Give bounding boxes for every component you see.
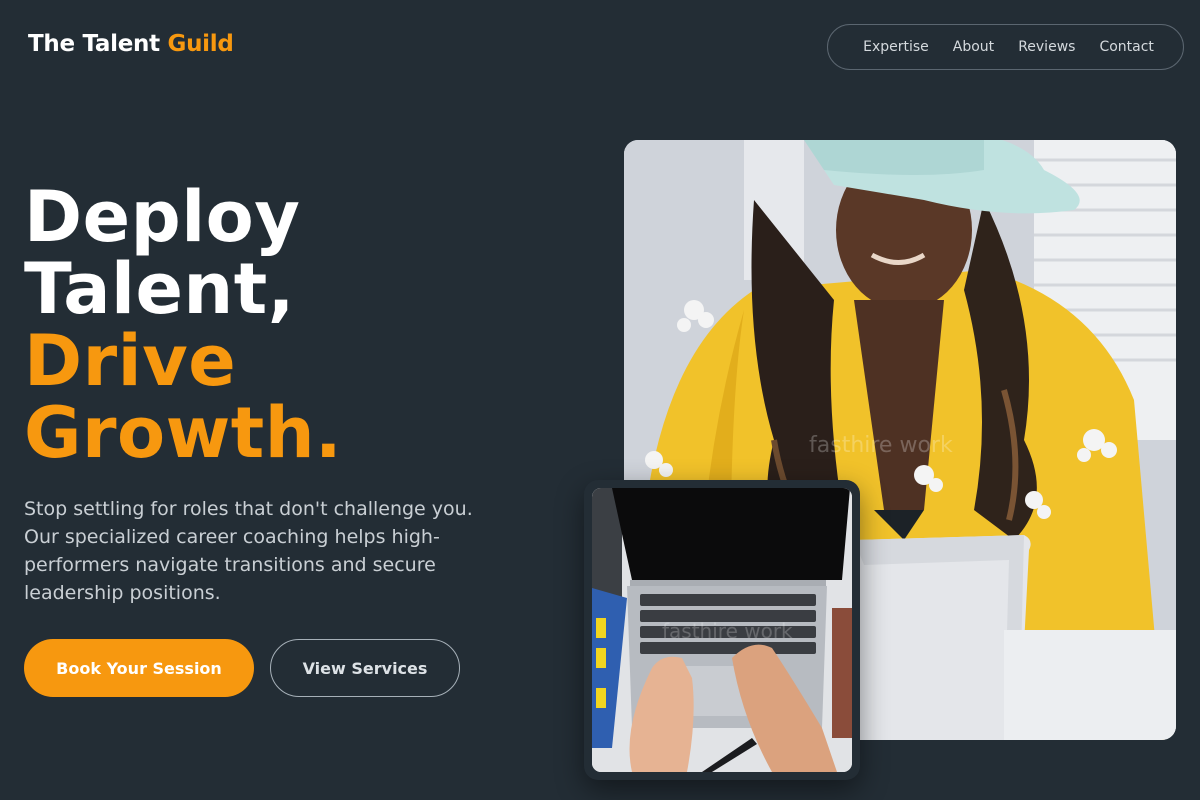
laptop-illustration: fasthire work: [592, 488, 852, 772]
headline-line-4: Growth.: [24, 392, 343, 474]
view-services-button[interactable]: View Services: [270, 639, 460, 697]
nav-item-expertise[interactable]: Expertise: [863, 39, 929, 55]
brand-logo[interactable]: The Talent Guild: [28, 31, 234, 57]
nav-item-contact[interactable]: Contact: [1099, 39, 1153, 55]
headline-line-1: Deploy: [24, 176, 301, 258]
book-session-button[interactable]: Book Your Session: [24, 639, 254, 697]
hero-headline: Deploy Talent, Drive Growth.: [24, 181, 342, 469]
inset-image-watermark: fasthire work: [662, 619, 793, 643]
main-nav: Expertise About Reviews Contact: [827, 24, 1184, 70]
landing-page: The Talent Guild Expertise About Reviews…: [0, 0, 1200, 800]
inset-photo-frame: fasthire work: [584, 480, 860, 780]
headline-line-2: Talent,: [24, 248, 295, 330]
brand-name-primary: The Talent: [28, 31, 160, 57]
main-image-watermark: fasthire work: [809, 433, 953, 458]
headline-line-3: Drive: [24, 320, 237, 402]
nav-item-about[interactable]: About: [953, 39, 994, 55]
hero-subtext: Stop settling for roles that don't chall…: [24, 498, 473, 604]
inset-photo-laptop: fasthire work: [592, 488, 852, 772]
brand-name-accent: Guild: [167, 31, 234, 57]
nav-item-reviews[interactable]: Reviews: [1018, 39, 1075, 55]
